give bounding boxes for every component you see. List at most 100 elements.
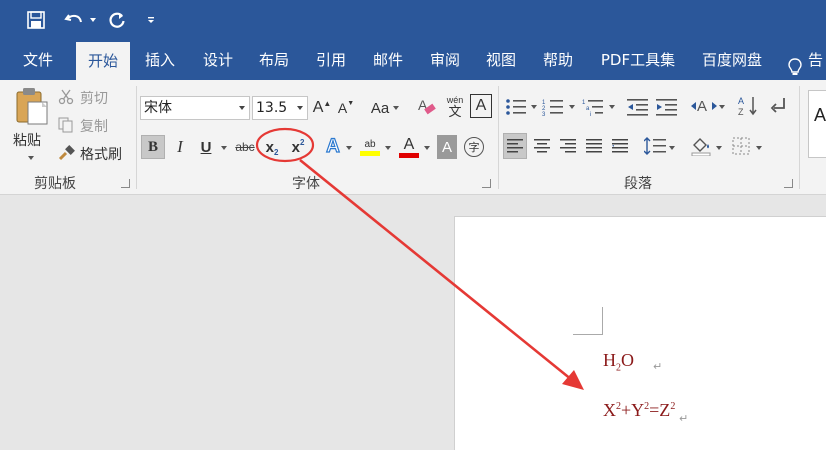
copy-icon [58, 117, 76, 135]
bullets-dropdown-icon[interactable] [531, 105, 537, 109]
undo-dropdown-icon[interactable] [88, 9, 98, 31]
tab-insert[interactable]: 插入 [132, 40, 188, 80]
font-color-glyph: A [403, 135, 415, 153]
multilevel-dropdown-icon[interactable] [609, 105, 615, 109]
tab-home[interactable]: 开始 [76, 42, 130, 80]
font-color-dropdown-icon[interactable] [424, 146, 430, 150]
font-size-combo[interactable]: 13.5 [252, 96, 308, 120]
align-left-icon[interactable] [503, 133, 527, 159]
doc-line-equation[interactable]: X2+Y2=Z2 [603, 400, 675, 421]
document-workspace: H2O ↵ X2+Y2=Z2 ↵ [0, 196, 826, 450]
copy-button[interactable]: 复制 [58, 116, 108, 136]
increase-indent-icon[interactable] [655, 96, 679, 118]
phonetic-guide-icon[interactable]: wén 文 [442, 94, 468, 120]
tab-file[interactable]: 文件 [10, 40, 66, 80]
numbering-dropdown-icon[interactable] [569, 105, 575, 109]
shrink-font-button[interactable]: A ▼ [336, 96, 356, 120]
tab-pdf-tools[interactable]: PDF工具集 [590, 40, 686, 80]
scissors-icon [58, 89, 76, 107]
numbering-icon[interactable]: 123 [540, 96, 566, 118]
watermark: CSDN @Redhur- [689, 424, 814, 442]
highlight-color-bar [360, 150, 380, 156]
eq-z-superscript: 2 [670, 401, 676, 412]
tab-design[interactable]: 设计 [190, 40, 246, 80]
doc-line-water[interactable]: H2O [603, 350, 634, 374]
clear-formatting-icon[interactable]: A [415, 94, 439, 120]
line-spacing-dropdown-icon[interactable] [669, 146, 675, 150]
cut-button[interactable]: 剪切 [58, 88, 108, 108]
highlight-button[interactable]: ab [358, 135, 382, 159]
tab-view[interactable]: 视图 [473, 40, 529, 80]
bold-button[interactable]: B [141, 135, 165, 159]
change-case-dropdown-icon[interactable] [393, 106, 400, 110]
paste-dropdown-icon[interactable] [28, 156, 34, 160]
svg-text:A: A [738, 96, 744, 106]
group-divider [136, 86, 137, 189]
subscript-glyph: x [265, 138, 274, 156]
align-center-icon[interactable] [530, 133, 554, 159]
bullets-icon[interactable] [503, 96, 529, 118]
line-spacing-icon[interactable] [642, 133, 668, 159]
customize-qat-icon[interactable] [144, 9, 158, 31]
tab-review[interactable]: 审阅 [417, 40, 473, 80]
font-name-combo[interactable]: 宋体 [140, 96, 250, 120]
borders-icon[interactable] [728, 133, 754, 159]
format-painter-button[interactable]: 格式刷 [58, 144, 122, 164]
italic-button[interactable]: I [170, 135, 190, 159]
paragraph-launcher-icon[interactable] [784, 179, 793, 188]
grow-font-button[interactable]: A ▲ [312, 96, 332, 120]
tab-mailings[interactable]: 邮件 [360, 40, 416, 80]
water-o: O [621, 350, 634, 370]
multilevel-list-icon[interactable]: 1ai [580, 96, 606, 118]
align-right-icon[interactable] [556, 133, 580, 159]
chinese-layout-icon[interactable]: A [690, 94, 718, 118]
font-color-button[interactable]: A [397, 135, 421, 159]
shading-icon[interactable] [688, 133, 714, 159]
cut-label: 剪切 [80, 91, 108, 107]
paste-icon[interactable] [12, 86, 52, 126]
character-border-icon[interactable]: A [470, 94, 492, 118]
superscript-button[interactable]: x2 [288, 135, 308, 159]
margin-corner-mark [573, 307, 603, 335]
lightbulb-icon [788, 51, 802, 75]
text-effects-dropdown-icon[interactable] [346, 146, 352, 150]
font-name-dropdown-icon[interactable] [239, 106, 245, 110]
shading-dropdown-icon[interactable] [716, 146, 722, 150]
highlight-dropdown-icon[interactable] [385, 146, 391, 150]
styles-gallery[interactable]: A [808, 90, 826, 158]
tab-help[interactable]: 帮助 [530, 40, 586, 80]
tab-tell-me[interactable]: 告 [786, 40, 826, 80]
paste-button[interactable]: 粘贴 [13, 130, 41, 150]
strikethrough-button[interactable]: abc [232, 135, 258, 159]
tab-baidu-netdisk[interactable]: 百度网盘 [690, 40, 774, 80]
clipboard-launcher-icon[interactable] [121, 179, 130, 188]
underline-button[interactable]: U [196, 135, 216, 159]
font-size-value: 13.5 [256, 100, 288, 116]
undo-icon[interactable] [60, 9, 90, 31]
font-launcher-icon[interactable] [482, 179, 491, 188]
chinese-layout-dropdown-icon[interactable] [719, 105, 725, 109]
underline-dropdown-icon[interactable] [221, 146, 227, 150]
character-shading-button[interactable]: A [437, 135, 457, 159]
text-effects-button[interactable]: A [322, 135, 344, 159]
change-case-button[interactable]: Aa [368, 96, 402, 120]
save-icon[interactable] [24, 9, 48, 31]
justify-icon[interactable] [582, 133, 606, 159]
ribbon-home: 粘贴 剪切 复制 格式刷 剪贴板 宋体 13.5 A ▲ A ▼ Aa A wé… [0, 80, 826, 195]
borders-dropdown-icon[interactable] [756, 146, 762, 150]
distribute-icon[interactable] [608, 133, 632, 159]
paintbrush-icon [58, 145, 76, 163]
enclose-characters-button[interactable]: 字 [463, 135, 485, 159]
tab-layout[interactable]: 布局 [246, 40, 302, 80]
highlight-glyph: ab [364, 138, 376, 150]
document-page[interactable]: H2O ↵ X2+Y2=Z2 ↵ [454, 216, 826, 450]
paragraph-mark-1: ↵ [653, 360, 663, 373]
sort-icon[interactable]: AZ [737, 94, 759, 118]
redo-icon[interactable] [106, 9, 128, 31]
tell-me-label: 告 [808, 51, 824, 69]
subscript-button[interactable]: x2 [262, 135, 282, 159]
decrease-indent-icon[interactable] [626, 96, 650, 118]
show-marks-icon[interactable] [768, 94, 788, 118]
font-size-dropdown-icon[interactable] [297, 106, 303, 110]
tab-references[interactable]: 引用 [303, 40, 359, 80]
